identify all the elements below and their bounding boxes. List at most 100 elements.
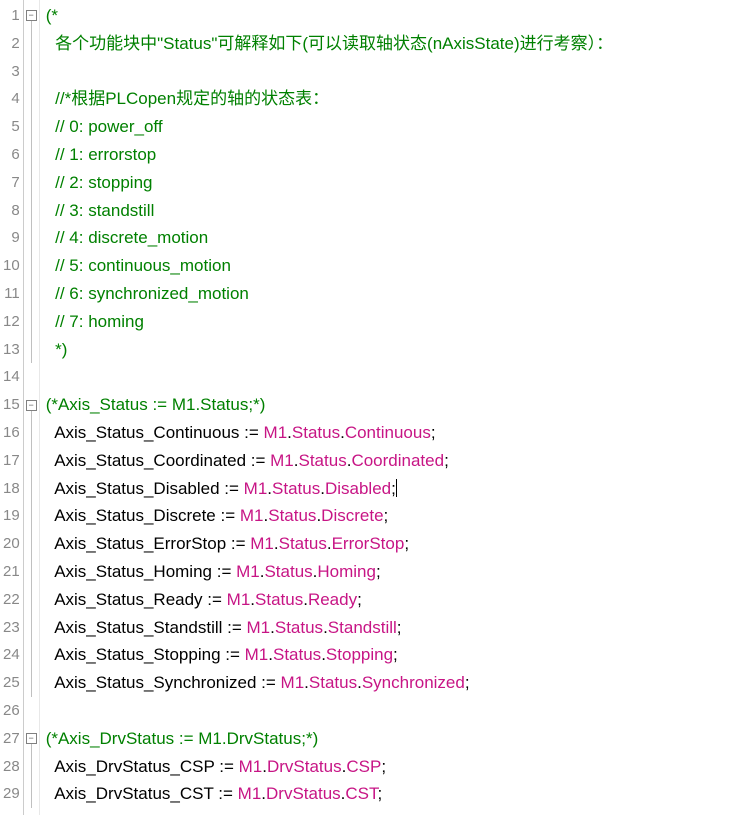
- code-token: Status: [264, 562, 312, 581]
- line-number: 7: [3, 169, 20, 197]
- fold-cell[interactable]: −: [24, 2, 39, 30]
- fold-toggle-icon[interactable]: −: [26, 400, 37, 411]
- line-number: 6: [3, 141, 20, 169]
- code-token: CSP: [346, 757, 381, 776]
- fold-cell: [24, 697, 39, 725]
- code-token: :=: [218, 784, 237, 803]
- code-token: Status: [275, 618, 323, 637]
- code-token: (*Axis_Status := M1.Status;*): [46, 395, 266, 414]
- code-line[interactable]: [46, 58, 746, 86]
- code-line[interactable]: 各个功能块中"Status"可解释如下(可以读取轴状态(nAxisState)进…: [46, 30, 746, 58]
- code-line[interactable]: Axis_Status_Ready := M1.Status.Ready;: [46, 586, 746, 614]
- line-number: 11: [3, 280, 20, 308]
- line-number: 13: [3, 336, 20, 364]
- code-line[interactable]: Axis_Status_Synchronized := M1.Status.Sy…: [46, 669, 746, 697]
- code-line[interactable]: Axis_DrvStatus_CSP := M1.DrvStatus.CSP;: [46, 753, 746, 781]
- fold-cell: [24, 252, 39, 280]
- code-token: M1: [281, 673, 305, 692]
- code-token: ;: [357, 590, 362, 609]
- code-token: ;: [376, 562, 381, 581]
- line-number: 12: [3, 308, 20, 336]
- code-token: :=: [219, 757, 238, 776]
- line-number: 16: [3, 419, 20, 447]
- code-line[interactable]: // 0: power_off: [46, 113, 746, 141]
- fold-column: − − −: [24, 0, 40, 815]
- code-token: (*: [46, 6, 58, 25]
- code-token: Ready: [308, 590, 357, 609]
- code-token: :=: [251, 451, 270, 470]
- code-line[interactable]: Axis_Status_Coordinated := M1.Status.Coo…: [46, 447, 746, 475]
- fold-cell: [24, 530, 39, 558]
- code-line[interactable]: (*Axis_Status := M1.Status;*): [46, 391, 746, 419]
- code-line[interactable]: Axis_Status_Homing := M1.Status.Homing;: [46, 558, 746, 586]
- code-token: ErrorStop: [332, 534, 405, 553]
- code-token: Standstill: [328, 618, 397, 637]
- code-line[interactable]: // 7: homing: [46, 308, 746, 336]
- fold-cell: [24, 669, 39, 697]
- code-token: M1: [264, 423, 288, 442]
- code-token: M1: [238, 784, 262, 803]
- code-line[interactable]: Axis_Status_Continuous := M1.Status.Cont…: [46, 419, 746, 447]
- fold-cell: [24, 224, 39, 252]
- code-token: // 3: standstill: [46, 201, 155, 220]
- code-line[interactable]: // 3: standstill: [46, 197, 746, 225]
- code-line[interactable]: // 5: continuous_motion: [46, 252, 746, 280]
- code-token: Synchronized: [362, 673, 465, 692]
- code-token: Axis_Status_Synchronized: [46, 673, 261, 692]
- code-line[interactable]: // 2: stopping: [46, 169, 746, 197]
- fold-cell: [24, 502, 39, 530]
- code-line[interactable]: *): [46, 336, 746, 364]
- code-line[interactable]: Axis_Status_Standstill := M1.Status.Stan…: [46, 614, 746, 642]
- code-token: Disabled: [325, 479, 391, 498]
- code-line[interactable]: Axis_DrvStatus_CST := M1.DrvStatus.CST;: [46, 780, 746, 808]
- code-area[interactable]: (* 各个功能块中"Status"可解释如下(可以读取轴状态(nAxisStat…: [40, 0, 746, 815]
- code-token: ;: [384, 506, 389, 525]
- line-number: 26: [3, 697, 20, 725]
- fold-toggle-icon[interactable]: −: [26, 733, 37, 744]
- fold-cell[interactable]: −: [24, 391, 39, 419]
- line-number: 14: [3, 363, 20, 391]
- fold-toggle-icon[interactable]: −: [26, 10, 37, 21]
- code-token: Status: [268, 506, 316, 525]
- line-number: 21: [3, 558, 20, 586]
- code-token: Axis_Status_Homing: [46, 562, 217, 581]
- code-line[interactable]: (*Axis_DrvStatus := M1.DrvStatus;*): [46, 725, 746, 753]
- line-number: 25: [3, 669, 20, 697]
- code-token: M1: [240, 506, 264, 525]
- code-token: ;: [393, 645, 398, 664]
- code-line[interactable]: (*: [46, 2, 746, 30]
- fold-cell: [24, 363, 39, 391]
- code-token: Status: [273, 645, 321, 664]
- code-editor[interactable]: 1234567891011121314151617181920212223242…: [0, 0, 746, 815]
- line-number: 24: [3, 641, 20, 669]
- code-token: Axis_Status_Coordinated: [46, 451, 251, 470]
- code-token: M1: [236, 562, 260, 581]
- line-number: 1: [3, 2, 20, 30]
- code-token: CST: [345, 784, 377, 803]
- code-line[interactable]: Axis_Status_Disabled := M1.Status.Disabl…: [46, 475, 746, 503]
- code-line[interactable]: // 1: errorstop: [46, 141, 746, 169]
- line-number: 4: [3, 85, 20, 113]
- code-token: Homing: [317, 562, 376, 581]
- code-line[interactable]: // 4: discrete_motion: [46, 224, 746, 252]
- code-token: Axis_Status_Ready: [46, 590, 208, 609]
- code-line[interactable]: //*根据PLCopen规定的轴的状态表：: [46, 85, 746, 113]
- code-line[interactable]: Axis_Status_ErrorStop := M1.Status.Error…: [46, 530, 746, 558]
- code-token: :=: [207, 590, 226, 609]
- code-token: Continuous: [345, 423, 431, 442]
- fold-cell: [24, 780, 39, 808]
- line-number: 20: [3, 530, 20, 558]
- code-token: (*Axis_DrvStatus := M1.DrvStatus;*): [46, 729, 319, 748]
- line-number: 2: [3, 30, 20, 58]
- line-number: 27: [3, 725, 20, 753]
- code-token: Axis_DrvStatus_CST: [46, 784, 219, 803]
- code-line[interactable]: [46, 363, 746, 391]
- line-number: 28: [3, 753, 20, 781]
- code-line[interactable]: Axis_Status_Stopping := M1.Status.Stoppi…: [46, 641, 746, 669]
- fold-cell: [24, 419, 39, 447]
- fold-cell[interactable]: −: [24, 725, 39, 753]
- code-line[interactable]: [46, 697, 746, 725]
- code-line[interactable]: Axis_Status_Discrete := M1.Status.Discre…: [46, 502, 746, 530]
- code-line[interactable]: // 6: synchronized_motion: [46, 280, 746, 308]
- fold-cell: [24, 447, 39, 475]
